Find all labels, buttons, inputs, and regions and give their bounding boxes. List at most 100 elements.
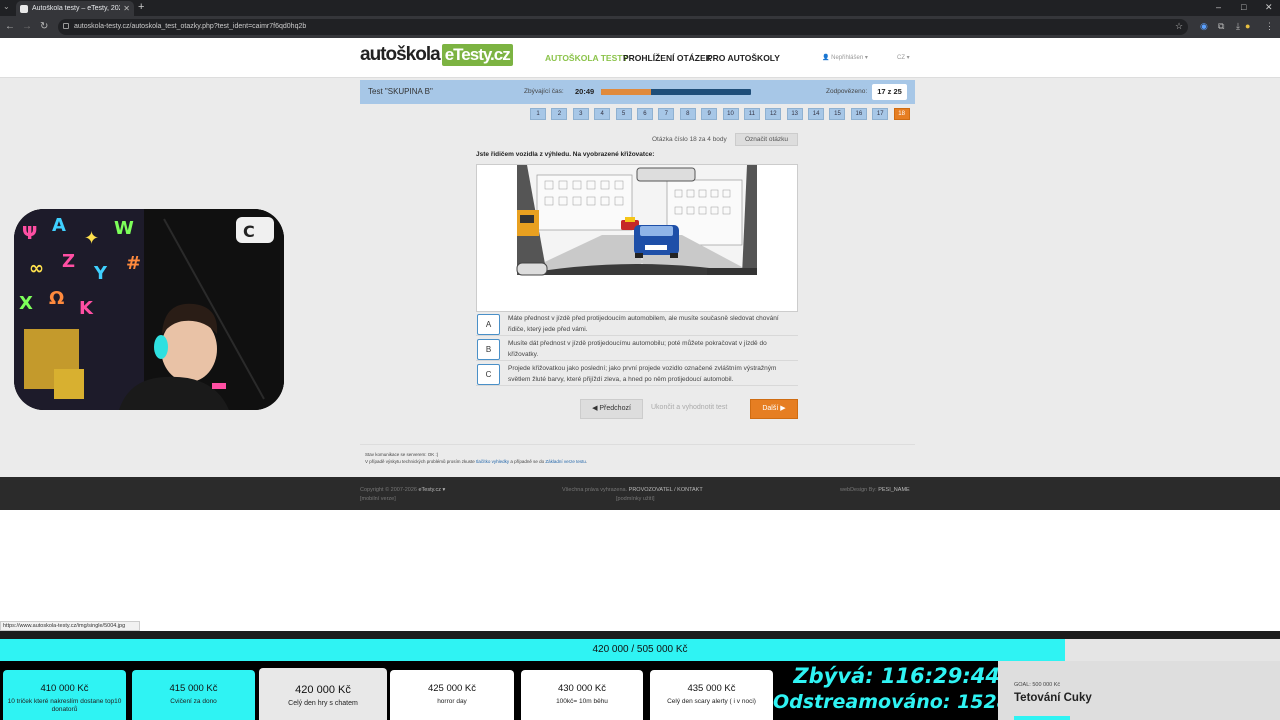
svg-text:Z: Z [62,251,75,272]
question-number-button[interactable]: 5 [615,108,632,120]
content-divider [360,444,915,445]
svg-text:C: C [243,222,255,241]
question-number-button[interactable]: 3 [572,108,589,120]
time-value: 20:49 [575,87,595,96]
tab-title: Autoškola testy – eTesty, 2026 [32,5,121,12]
milestone-card: 420 000 Kč Celý den hry s chatem [259,668,387,720]
mobile-version-link[interactable]: [mobilní verze] [360,496,396,502]
question-number-button[interactable]: 12 [765,108,782,120]
milestone-amount: 415 000 Kč [169,683,218,694]
operator-contact-link[interactable]: PROVOZOVATEL / KONTAKT [629,487,703,493]
browser-tab-bar: ⌄ Autoškola testy – eTesty, 2026 ✕ + – □… [0,0,1280,16]
milestone-amount: 425 000 Kč [427,683,477,694]
extensions-puzzle-icon[interactable]: ⧉ [1218,21,1224,32]
answer-text: Máte přednost v jízdě před protijedoucím… [508,315,779,333]
milestone-description: Celý den scary alerty ( i v noci) [667,698,756,705]
finish-test-button[interactable]: Ukončit a vyhodnotit test [651,404,727,411]
bookmark-star-icon[interactable]: ☆ [1175,21,1183,32]
question-number-button[interactable]: 16 [850,108,867,120]
answer-text: Musíte dát přednost v jízdě protijedoucí… [508,340,767,358]
answer-letter[interactable]: C [477,364,500,385]
svg-text:∞: ∞ [29,258,44,279]
goal-progress-mini [1014,716,1070,720]
question-number-button[interactable]: 7 [658,108,675,120]
maximize-icon[interactable]: □ [1241,2,1246,12]
browser-tab[interactable]: Autoškola testy – eTesty, 2026 ✕ [16,1,134,16]
footer-brand-link[interactable]: eTesty.cz ▾ [418,487,445,493]
browser-menu-icon[interactable]: ⋮ [1265,21,1274,32]
os-taskbar [0,631,1280,639]
milestone-amount: 435 000 Kč [687,683,736,694]
designer-link[interactable]: PESI_NAME [878,487,909,493]
new-tab-icon[interactable]: + [138,1,144,13]
question-number-button[interactable]: 2 [551,108,568,120]
time-streamed: Odstreamováno: 1528:53:14 [773,691,1079,713]
question-number-button[interactable]: 15 [829,108,846,120]
favicon-icon [20,4,28,13]
user-menu[interactable]: 👤 Nepřihlášen ▾ [822,54,868,61]
question-number-button[interactable]: 8 [679,108,696,120]
svg-text:Ω: Ω [49,288,64,309]
next-button[interactable]: Další ▶ [750,399,798,419]
question-number-button[interactable]: 11 [743,108,760,120]
milestone-description: horror day [437,698,467,705]
menu-autoskola-testy[interactable]: AUTOŠKOLA TESTY [545,53,628,63]
question-number-button[interactable]: 6 [636,108,653,120]
forward-icon[interactable]: → [22,21,32,32]
question-number-button[interactable]: 18 [893,108,910,120]
webcam-image: ΨA✦W ∞ZY# XΩK HMΛ C [14,209,284,410]
terms-link[interactable]: [podmínky užití] [616,496,655,502]
question-image [516,165,757,276]
footer-copyright: Copyright © 2007-2026 eTesty.cz ▾ [360,487,445,493]
footer-rights: Všechna práva vyhrazena. PROVOZOVATEL / … [562,487,703,493]
answer-letter[interactable]: B [477,339,500,360]
question-number-button[interactable]: 13 [786,108,803,120]
answer-option-c[interactable]: C Projede křižovatkou jako poslední; jak… [476,362,798,386]
milestone-description: 10 triček které nakreslím dostane top10 … [7,698,122,713]
server-status-note: Stav komunikace se serverem: OK :) [365,452,439,457]
language-select[interactable]: CZ ▾ [897,54,910,61]
menu-prohlizeni-otazek[interactable]: PROHLÍŽENÍ OTÁZEK [623,53,712,63]
question-number-button[interactable]: 9 [701,108,718,120]
back-icon[interactable]: ← [5,21,15,32]
tab-list-icon[interactable]: ⌄ [3,2,10,11]
minimize-icon[interactable]: – [1216,2,1221,12]
question-number-button[interactable]: 14 [808,108,825,120]
question-number-button[interactable]: 17 [872,108,889,120]
site-info-icon[interactable] [63,23,69,29]
milestone-card: 430 000 Kč 100kč= 10m běhu [521,670,643,720]
site-logo[interactable]: autoškola eTesty.cz [360,44,513,66]
test-title: Test "SKUPINA B" [368,87,433,96]
url-input[interactable]: autoskola-testy.cz/autoskola_test_otazky… [58,19,1188,35]
close-tab-icon[interactable]: ✕ [123,4,130,13]
extension-icon[interactable]: ◉ [1200,21,1208,32]
question-number-button[interactable]: 1 [530,108,546,120]
answer-option-b[interactable]: B Musíte dát přednost v jízdě protijedou… [476,337,798,361]
menu-pro-autoskoly[interactable]: PRO AUTOŠKOLY [707,53,780,63]
answer-letter[interactable]: A [477,314,500,335]
answer-option-a[interactable]: A Máte přednost v jízdě před protijedouc… [476,312,798,336]
download-icon[interactable]: ⤓ [1236,21,1240,32]
time-label: Zbývající čas: [524,88,564,95]
mark-question-button[interactable]: Označit otázku [735,133,798,146]
help-link-1[interactable]: tlačítko vyhledky [476,459,509,464]
screen: ⌄ Autoškola testy – eTesty, 2026 ✕ + – □… [0,0,1280,720]
previous-button[interactable]: ◀ Předchozí [580,399,643,419]
help-link-2[interactable]: Základní verze testu [545,459,586,464]
svg-text:#: # [126,253,141,274]
question-number-nav: 1 2 3 4 5 6 7 8 9 10 11 12 13 14 15 16 17 18 [530,108,915,120]
close-window-icon[interactable]: ✕ [1265,2,1273,13]
test-status-bar: Test "SKUPINA B" Zbývající čas: 20:49 Zo… [360,80,915,104]
question-number-button[interactable]: 4 [594,108,611,120]
svg-text:X: X [19,293,33,314]
question-number-button[interactable]: 10 [722,108,739,120]
webcam-feed: ΨA✦W ∞ZY# XΩK HMΛ C [14,209,284,410]
reload-icon[interactable]: ↻ [40,21,48,32]
question-text: Jste řidičem vozidla z výhledu. Na vyobr… [476,151,655,158]
time-remaining: Zbývá: 116:29:44 [793,664,1000,688]
help-note-text-b: a případně se do [509,459,546,464]
goal-label: GOAL: 500 000 Kč [1014,682,1061,688]
profile-avatar-icon[interactable]: ● [1245,21,1250,31]
milestone-card: 425 000 Kč horror day [390,670,514,720]
svg-text:✦: ✦ [84,228,99,249]
